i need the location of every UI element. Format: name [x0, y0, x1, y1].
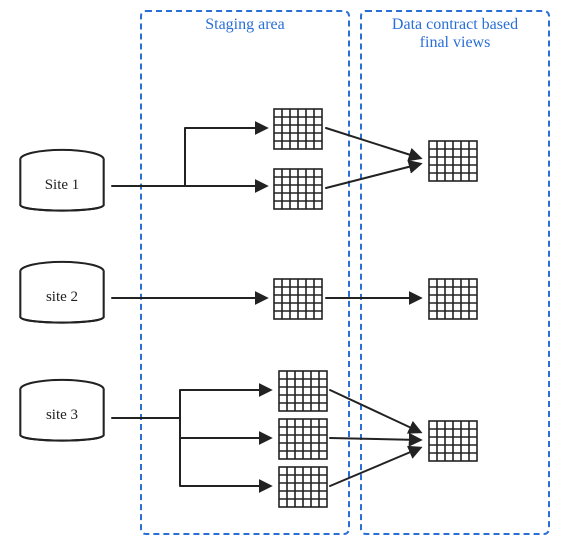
table-grid-icon [428, 140, 478, 182]
source-site-1: Site 1 [14, 148, 110, 220]
table-grid-icon [278, 466, 328, 508]
final-view-table [428, 420, 478, 462]
staging-table [278, 466, 328, 508]
table-grid-icon [273, 278, 323, 320]
zone-staging-title: Staging area [142, 10, 348, 34]
final-view-table [428, 140, 478, 182]
table-grid-icon [428, 278, 478, 320]
table-grid-icon [278, 418, 328, 460]
staging-table [273, 168, 323, 210]
diagram-canvas: Staging area Data contract based final v… [0, 0, 567, 555]
source-site-3-label: site 3 [46, 407, 78, 424]
source-site-3: site 3 [14, 378, 110, 450]
final-view-table [428, 278, 478, 320]
staging-table [273, 108, 323, 150]
table-grid-icon [278, 370, 328, 412]
zone-final-title: Data contract based final views [362, 10, 548, 53]
source-site-2-label: site 2 [46, 289, 78, 306]
staging-table [278, 418, 328, 460]
table-grid-icon [273, 108, 323, 150]
source-site-2: site 2 [14, 260, 110, 332]
staging-table [273, 278, 323, 320]
table-grid-icon [428, 420, 478, 462]
staging-table [278, 370, 328, 412]
source-site-1-label: Site 1 [45, 177, 80, 194]
table-grid-icon [273, 168, 323, 210]
